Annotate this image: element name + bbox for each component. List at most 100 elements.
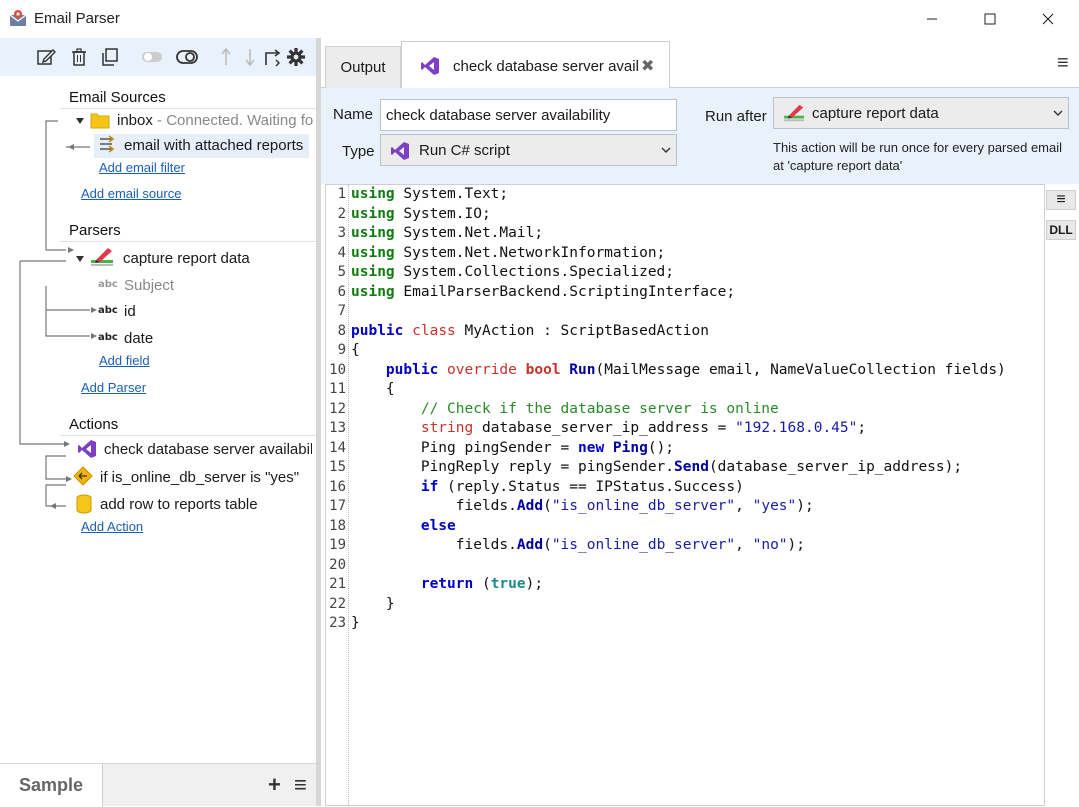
add-sample-button[interactable]: + <box>268 772 281 798</box>
run-after-value: capture report data <box>812 105 939 122</box>
code-line: using System.IO; <box>351 205 491 222</box>
email-sources-heading: Email Sources <box>69 89 166 106</box>
code-line: fields.Add("is_online_db_server", "yes")… <box>455 498 814 514</box>
editor-menu-button[interactable]: ≡ <box>1046 190 1076 210</box>
line-number-gutter: 1 2 3 4 5 6 7 8 9 10 11 12 13 14 15 16 17 18 19 20 21 22 23 <box>326 185 349 805</box>
action-item-condition[interactable]: if is_online_db_server is "yes" <box>100 469 299 486</box>
editor-panel: Output check database server avail ✖ ≡ N… <box>321 38 1079 806</box>
code-line: { <box>351 342 360 358</box>
code-line: return (true); <box>420 576 544 592</box>
close-window-button[interactable] <box>1025 0 1071 38</box>
add-action-link[interactable]: Add Action <box>81 519 143 534</box>
line-number: 17 <box>329 498 346 514</box>
inbox-label: inbox <box>117 112 153 129</box>
expand-parser-toggle[interactable] <box>76 256 84 262</box>
line-number: 7 <box>337 303 346 319</box>
line-number: 2 <box>337 205 346 222</box>
run-after-select[interactable]: capture report data <box>773 97 1069 129</box>
divider <box>60 435 316 436</box>
expand-inbox-toggle[interactable] <box>76 118 84 124</box>
tab-label: check database server avail <box>453 58 639 75</box>
field-item-id[interactable]: id <box>124 303 136 320</box>
type-select[interactable]: Run C# script <box>380 134 677 166</box>
inbox-status: - Connected. Waiting fo <box>152 112 313 129</box>
close-icon <box>1042 13 1054 25</box>
line-number: 12 <box>329 400 346 417</box>
add-parser-link[interactable]: Add Parser <box>81 380 146 395</box>
parsers-heading: Parsers <box>69 222 121 239</box>
line-number: 15 <box>329 459 346 475</box>
action-item-check-db[interactable]: check database server availabili <box>104 441 312 458</box>
inbox-source-item[interactable]: inbox - Connected. Waiting fo <box>117 112 313 129</box>
code-line: public class MyAction : ScriptBasedActio… <box>351 322 709 339</box>
code-line: PingReply reply = pingSender.Send(databa… <box>420 459 963 475</box>
text-field-icon: abc <box>98 279 118 290</box>
line-number: 10 <box>329 361 346 378</box>
line-number: 18 <box>329 517 346 534</box>
bottom-bar: Sample + ≡ <box>0 763 316 807</box>
sample-tab[interactable]: Sample <box>0 764 103 807</box>
database-icon <box>76 494 92 514</box>
add-email-filter-link[interactable]: Add email filter <box>99 160 185 175</box>
line-number: 23 <box>329 615 346 631</box>
minimize-button[interactable] <box>909 0 955 38</box>
code-line: public override bool Run(MailMessage ema… <box>385 361 1006 378</box>
tab-check-database[interactable]: check database server avail ✖ <box>401 41 670 89</box>
code-line: using System.Text; <box>351 186 509 202</box>
line-number: 9 <box>337 342 346 358</box>
close-tab-icon[interactable]: ✖ <box>641 56 654 76</box>
add-email-source-link[interactable]: Add email source <box>81 186 181 201</box>
parser-pen-icon <box>91 248 113 266</box>
bottom-menu-button[interactable]: ≡ <box>294 772 307 798</box>
add-field-link[interactable]: Add field <box>99 353 150 368</box>
field-item-subject[interactable]: Subject <box>124 277 174 294</box>
line-number: 22 <box>329 595 346 612</box>
title-bar: Email Parser <box>0 0 1079 38</box>
code-line: // Check if the database server is onlin… <box>420 400 779 417</box>
actions-heading: Actions <box>69 416 119 433</box>
minimize-icon <box>927 18 937 20</box>
code-line: string database_server_ip_address = "192… <box>420 420 867 436</box>
code-line: using System.Net.NetworkInformation; <box>351 244 666 261</box>
divider <box>60 241 316 242</box>
line-number: 6 <box>337 283 346 300</box>
code-line: using System.Net.Mail; <box>351 225 544 241</box>
action-item-add-row[interactable]: add row to reports table <box>100 496 258 513</box>
code-line: fields.Add("is_online_db_server", "no"); <box>455 537 805 553</box>
parser-item[interactable]: capture report data <box>123 250 250 267</box>
tab-output[interactable]: Output <box>325 46 401 88</box>
line-number: 13 <box>329 420 346 436</box>
run-after-hint: This action will be run once for every p… <box>773 140 1063 173</box>
line-number: 21 <box>329 576 346 592</box>
field-item-date[interactable]: date <box>124 330 153 347</box>
tabs-menu-button[interactable]: ≡ <box>1057 52 1069 75</box>
condition-diamond-icon <box>73 466 93 486</box>
text-field-icon: abc <box>98 332 118 343</box>
code-editor[interactable]: 1 2 3 4 5 6 7 8 9 10 11 12 13 14 15 16 17 18 19 20 21 22 23 us… <box>325 184 1045 806</box>
line-number: 20 <box>329 556 346 573</box>
email-parser-logo-icon <box>9 10 27 26</box>
code-line: { <box>385 381 395 397</box>
text-field-icon: abc <box>98 305 118 316</box>
email-filter-item[interactable]: email with attached reports <box>124 137 303 154</box>
maximize-icon <box>984 13 996 25</box>
line-number: 4 <box>337 244 346 261</box>
type-value: Run C# script <box>419 142 510 159</box>
dll-button[interactable]: DLL <box>1046 220 1076 240</box>
line-number: 14 <box>329 439 346 456</box>
tree-panel: Email Sources inbox - Connected. Waiting… <box>0 38 316 807</box>
action-properties: Name check database server availability … <box>321 88 1079 184</box>
code-line: using EmailParserBackend.ScriptingInterf… <box>351 283 736 300</box>
type-label: Type <box>342 143 375 160</box>
name-input[interactable]: check database server availability <box>380 99 677 131</box>
run-after-label: Run after <box>705 108 767 125</box>
window-title: Email Parser <box>34 10 120 27</box>
divider <box>60 108 316 109</box>
code-line: Ping pingSender = new Ping(); <box>420 439 675 456</box>
maximize-button[interactable] <box>967 0 1013 38</box>
line-number: 3 <box>337 225 346 241</box>
line-number: 1 <box>337 186 346 202</box>
code-line: if (reply.Status == IPStatus.Success) <box>420 478 744 495</box>
line-number: 19 <box>329 537 346 553</box>
filter-funnel-icon <box>100 135 115 153</box>
